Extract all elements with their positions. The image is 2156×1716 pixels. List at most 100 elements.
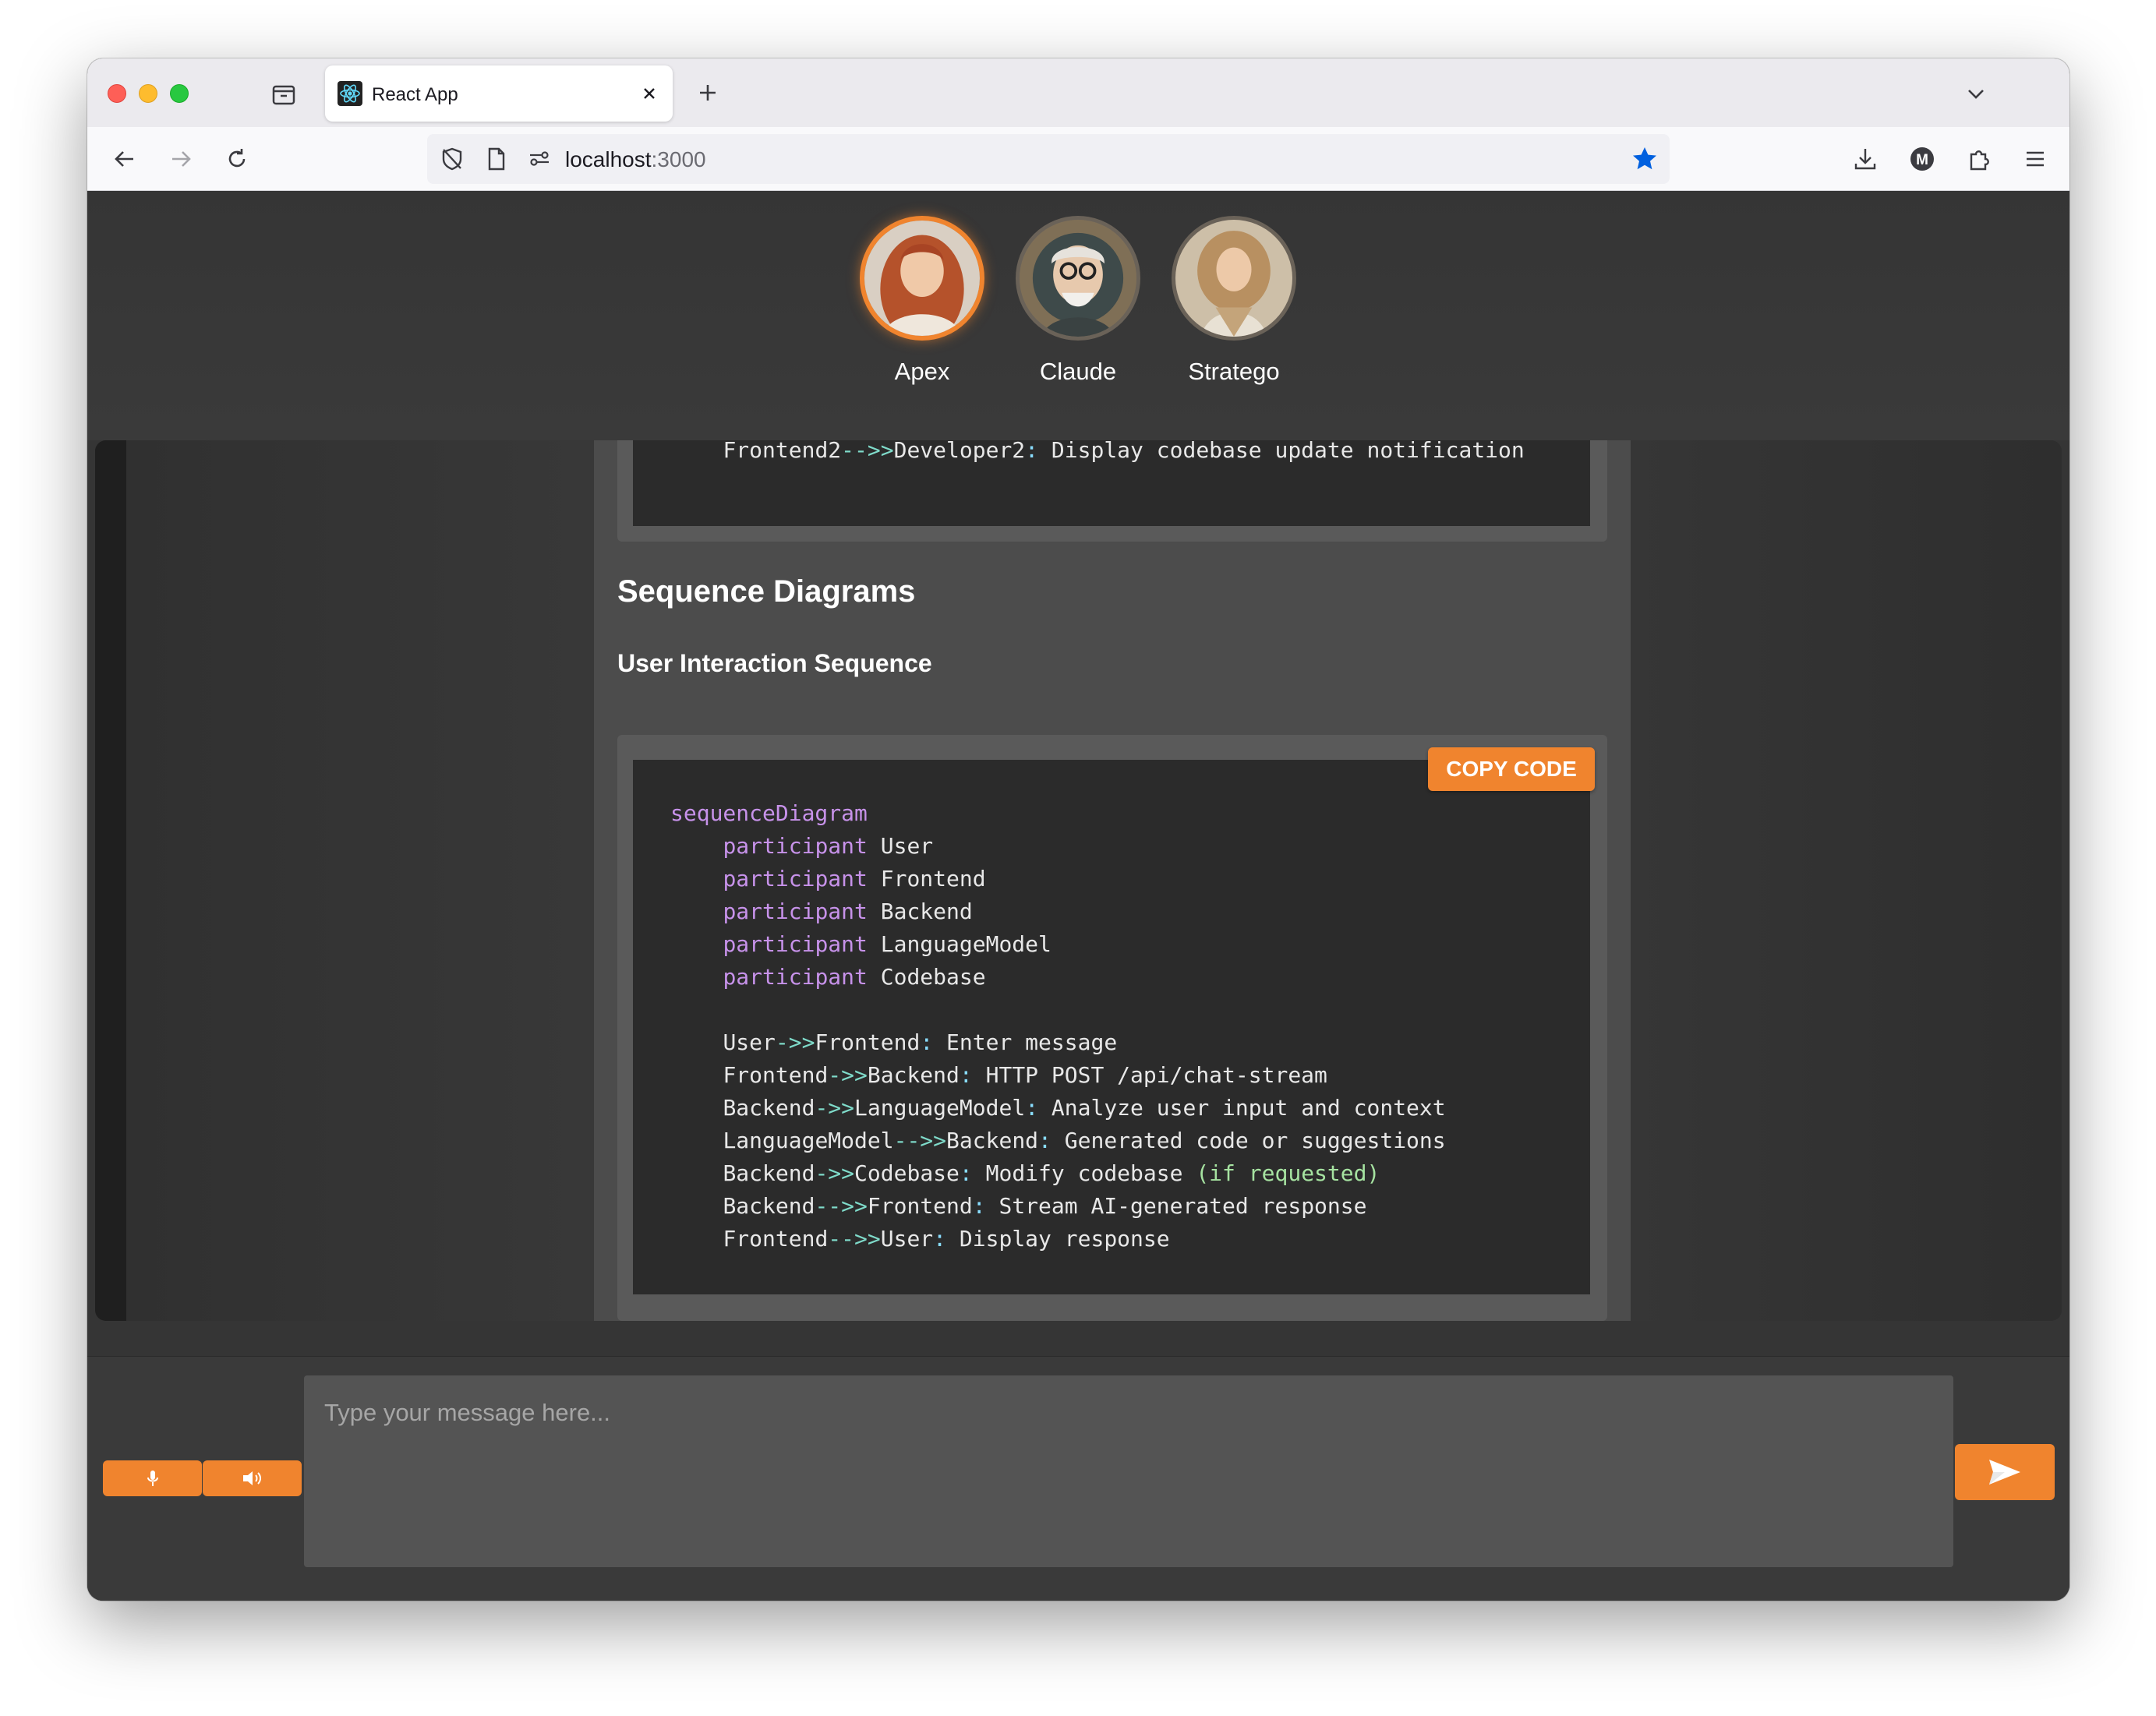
code-message: Enter message [933,1029,1118,1055]
code-content: Frontend2-->>Developer2: Display codebas… [633,440,1590,526]
agent-name: Stratego [1188,358,1280,385]
svg-text:M: M [1916,152,1928,168]
code-actor: User [880,1226,934,1252]
tab-bar: React App [87,58,2069,127]
code-colon: : [933,1226,947,1252]
code-arrow: ->> [815,1160,855,1186]
code-content[interactable]: sequenceDiagram participant User partici… [633,760,1590,1294]
code-keyword: sequenceDiagram [670,800,868,826]
code-colon: : [959,1062,973,1088]
code-keyword: participant [723,964,868,990]
code-message: Stream AI-generated response [985,1193,1367,1219]
code-colon: : [920,1029,934,1055]
code-participant: Codebase [867,964,986,990]
code-message: Analyze user input and context [1038,1095,1446,1121]
agent-apex[interactable]: Apex [860,216,984,386]
code-actor: Backend [723,1193,815,1219]
code-arrow: ->> [775,1029,815,1055]
extensions-puzzle-icon[interactable] [1963,143,1995,175]
navigation-bar: localhost:3000 M [87,127,2069,191]
avatar [1172,216,1296,341]
code-block: sequenceDiagram participant User partici… [617,735,1607,1321]
code-line: participant Frontend [670,863,1590,895]
code-message: HTTP POST /api/chat-stream [972,1062,1327,1088]
message-input[interactable] [304,1375,1953,1567]
code-actor: Codebase [854,1160,960,1186]
avatar [1016,216,1140,341]
code-line: Backend->>LanguageModel: Analyze user in… [670,1092,1590,1125]
new-tab-icon[interactable] [692,77,723,108]
section-heading: Sequence Diagrams [617,574,916,609]
microphone-button[interactable] [103,1460,202,1496]
speaker-button[interactable] [203,1460,302,1496]
hamburger-menu-icon[interactable] [2020,143,2051,175]
code-actor: Frontend [723,1226,829,1252]
code-arrow: -->> [815,1193,868,1219]
page-info-icon[interactable] [480,143,511,175]
code-line: sequenceDiagram [670,797,1590,830]
code-actor: Frontend [867,1193,973,1219]
code-line: participant Codebase [670,961,1590,994]
code-line: participant User [670,830,1590,863]
code-actor: LanguageModel [723,1128,894,1153]
back-arrow-icon[interactable] [109,143,140,175]
agent-name: Apex [894,358,950,385]
code-line: Backend->>Codebase: Modify codebase (if … [670,1157,1590,1190]
avatar [860,216,984,341]
agent-claude[interactable]: Claude [1016,216,1140,386]
chevron-down-icon[interactable] [1960,79,1992,110]
code-line: Frontend->>Backend: HTTP POST /api/chat-… [670,1059,1590,1092]
send-icon [1989,1460,2020,1485]
close-window-button[interactable] [108,84,126,103]
code-actor: Frontend [815,1029,921,1055]
code-actor: LanguageModel [854,1095,1026,1121]
tab-react-app[interactable]: React App [325,65,673,122]
code-arrow: -->> [893,1128,947,1153]
react-logo-icon [338,81,362,106]
code-actor: User [723,1029,776,1055]
copy-code-button[interactable]: COPY CODE [1428,747,1595,791]
forward-arrow-icon[interactable] [165,143,196,175]
subsection-heading: User Interaction Sequence [617,649,932,677]
permissions-icon[interactable] [524,143,555,175]
reload-icon[interactable] [221,143,253,175]
code-actor: Backend [867,1062,960,1088]
speaker-icon [242,1471,261,1485]
address-bar[interactable]: localhost:3000 [427,134,1670,184]
code-line: participant Backend [670,895,1590,928]
code-message: Generated code or suggestions [1051,1128,1446,1153]
code-actor: Backend [723,1160,815,1186]
code-keyword: participant [723,899,868,924]
code-participant: User [867,833,934,859]
code-line: LanguageModel-->>Backend: Generated code… [670,1125,1590,1157]
code-note: (if requested) [1196,1160,1380,1186]
downloads-icon[interactable] [1850,143,1881,175]
code-keyword: participant [723,931,868,957]
bookmark-star-icon[interactable] [1629,143,1660,175]
code-participant: Frontend [867,866,986,892]
chat-app: Apex Claude Stratego Frontend2-->>Develo… [87,191,2069,1601]
tab-title: React App [372,84,458,105]
chat-messages[interactable]: Frontend2-->>Developer2: Display codebas… [95,440,2062,1321]
agent-stratego[interactable]: Stratego [1172,216,1296,386]
tracking-protection-shield-icon[interactable] [437,143,468,175]
scroll-gutter [95,440,126,1321]
account-avatar-icon[interactable]: M [1907,143,1938,175]
send-button[interactable] [1955,1444,2055,1500]
zoom-window-button[interactable] [170,84,189,103]
code-arrow: -->> [828,1226,881,1252]
microphone-icon [147,1471,158,1486]
code-participant: LanguageModel [867,931,1051,957]
minimize-window-button[interactable] [139,84,157,103]
code-line: participant LanguageModel [670,928,1590,961]
code-actor: Frontend [723,1062,829,1088]
url-text[interactable]: localhost:3000 [565,147,706,172]
code-actor: Backend [723,1095,815,1121]
code-participant: Backend [867,899,973,924]
close-tab-icon[interactable] [638,83,660,104]
tab-groups-icon[interactable] [268,79,299,110]
code-keyword: participant [723,833,868,859]
code-message: Modify codebase [972,1160,1196,1186]
browser-window: React App localhost:3000 M Apex Claude S… [87,58,2069,1601]
